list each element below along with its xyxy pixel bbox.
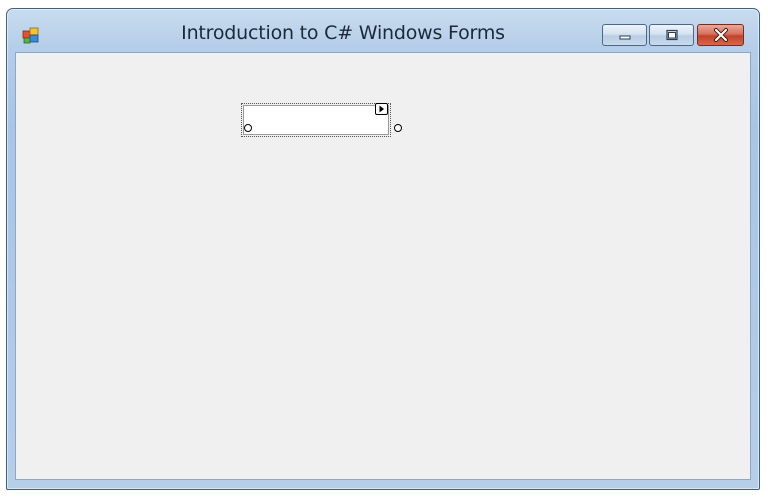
minimize-button[interactable] (602, 24, 647, 46)
maximize-button[interactable] (649, 24, 694, 46)
windows-form-icon[interactable] (22, 27, 40, 45)
smart-tag-button[interactable] (375, 103, 388, 115)
form-window: Introduction to C# Windows Forms (6, 8, 760, 490)
title-bar[interactable]: Introduction to C# Windows Forms (7, 9, 759, 53)
smart-tag-arrow-icon (379, 105, 384, 113)
close-button[interactable] (697, 24, 744, 46)
close-icon (713, 28, 728, 42)
minimize-icon (619, 35, 630, 40)
form-client-area[interactable] (15, 52, 751, 480)
textbox-control[interactable] (241, 103, 391, 137)
resize-handle-right[interactable] (394, 124, 402, 132)
resize-handle-left[interactable] (244, 124, 252, 132)
maximize-icon (665, 29, 678, 41)
window-title: Introduction to C# Windows Forms (181, 22, 505, 44)
